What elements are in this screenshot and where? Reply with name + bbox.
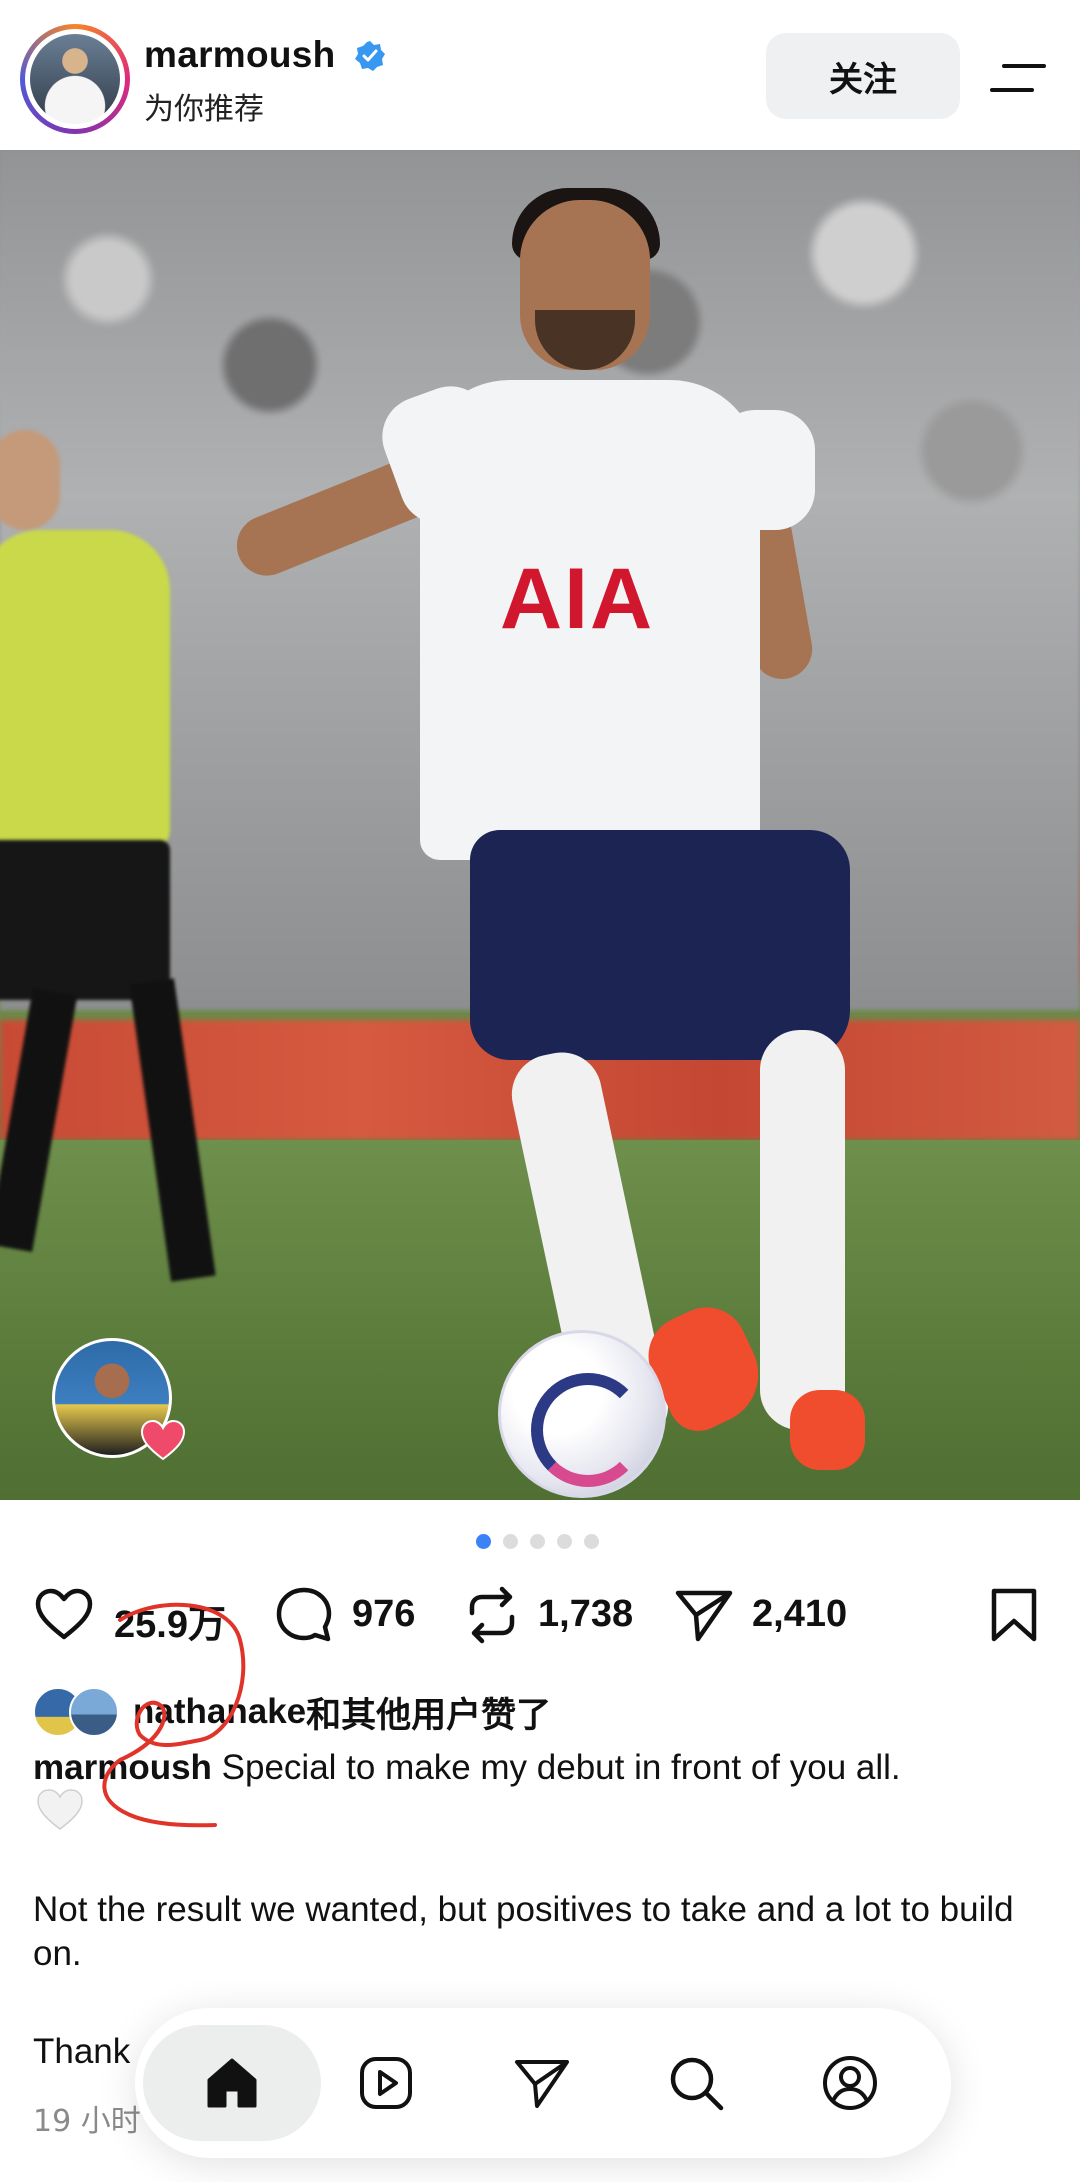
comment-count[interactable]: 976 — [352, 1593, 415, 1636]
player-boot — [790, 1390, 865, 1470]
post-photo[interactable]: AIA — [0, 150, 1080, 1500]
home-icon[interactable] — [203, 2054, 261, 2112]
menu-icon[interactable] — [990, 58, 1046, 98]
comment-icon[interactable] — [274, 1585, 334, 1645]
player-shorts — [470, 830, 850, 1060]
carousel-dot[interactable] — [503, 1534, 518, 1549]
profile-icon[interactable] — [821, 2054, 879, 2112]
player-sleeve — [715, 410, 815, 530]
carousel-dot[interactable] — [584, 1534, 599, 1549]
send-icon[interactable] — [513, 2054, 571, 2112]
carousel-dot[interactable] — [557, 1534, 572, 1549]
reels-icon[interactable] — [357, 2054, 415, 2112]
referee-shirt — [0, 530, 170, 850]
carousel-dot[interactable] — [530, 1534, 545, 1549]
heart-reaction-icon — [140, 1419, 186, 1461]
liked-by-suffix: 和其他用户赞了 — [306, 1695, 552, 1736]
referee-shorts — [0, 840, 170, 1000]
white-heart-emoji-icon — [37, 1789, 83, 1830]
recommendation-label: 为你推荐 — [144, 92, 264, 127]
send-icon[interactable] — [674, 1585, 734, 1645]
avatar-image — [30, 34, 120, 124]
repost-count[interactable]: 1,738 — [538, 1593, 633, 1636]
caption-paragraph: Not the result we wanted, but positives … — [33, 1890, 1014, 1973]
caption-text: Special to make my debut in front of you… — [211, 1748, 901, 1787]
carousel-dot-active[interactable] — [476, 1534, 491, 1549]
hand-drawn-annotation — [102, 1602, 246, 1828]
player-sock — [760, 1030, 845, 1430]
author-avatar[interactable] — [20, 24, 130, 134]
follow-button[interactable]: 关注 — [766, 33, 960, 119]
author-username[interactable]: marmoush — [144, 34, 336, 76]
shirt-sponsor: AIA — [500, 551, 655, 647]
referee-head — [0, 430, 60, 530]
post-timestamp: 19 小时 — [33, 2104, 141, 2139]
share-count[interactable]: 2,410 — [752, 1593, 847, 1636]
post-header: marmoush 为你推荐 关注 — [0, 0, 1080, 150]
verified-badge-icon — [355, 41, 385, 71]
carousel-indicator — [476, 1534, 599, 1549]
repost-icon[interactable] — [462, 1585, 522, 1645]
football — [498, 1330, 666, 1498]
bottom-navigation — [135, 2008, 951, 2158]
search-icon[interactable] — [667, 2054, 725, 2112]
caption-paragraph: Thank — [33, 2032, 131, 2071]
bookmark-icon[interactable] — [984, 1585, 1044, 1645]
